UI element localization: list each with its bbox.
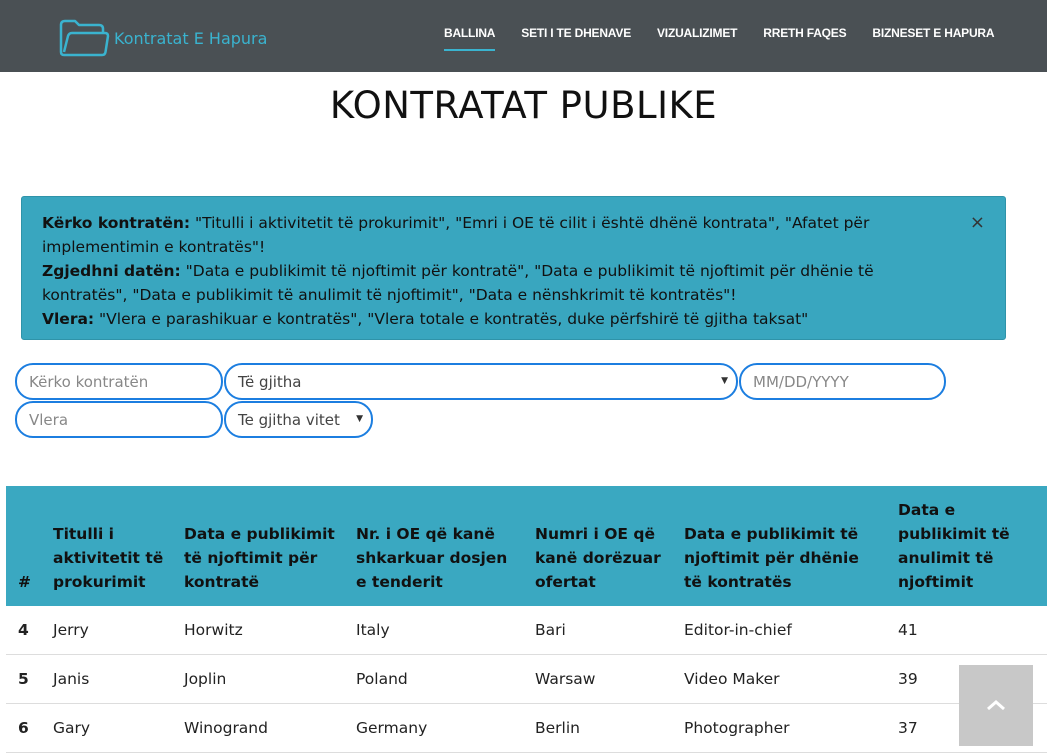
main-nav: BALLINA SETI I TE DHENAVE VIZUALIZIMET R…: [444, 26, 1020, 51]
column-header-cancel-date[interactable]: Data e publikimit të anulimit të njoftim…: [886, 486, 1047, 606]
table-cell: Photographer: [672, 703, 886, 753]
nav-item-bizneset-e-hapura[interactable]: BIZNESET E HAPURA: [872, 26, 994, 51]
nav-item-seti-i-te-dhenave[interactable]: SETI I TE DHENAVE: [521, 26, 631, 51]
nav-item-vizualizimet[interactable]: VIZUALIZIMET: [657, 26, 737, 51]
type-select[interactable]: Të gjitha ▼: [224, 363, 738, 400]
type-select-value: Të gjitha: [238, 372, 302, 391]
table-cell: 41: [886, 606, 1047, 655]
date-input[interactable]: MM/DD/YYYY: [739, 363, 946, 400]
nav-item-ballina[interactable]: BALLINA: [444, 26, 495, 51]
chevron-up-icon: [986, 696, 1006, 715]
value-input[interactable]: Vlera: [15, 401, 223, 438]
alert-line-search: Kërko kontratën: "Titulli i aktivitetit …: [42, 211, 945, 259]
column-header-offers[interactable]: Numri i OE që kanë dorëzuar ofertat: [523, 486, 672, 606]
table-row[interactable]: 6 Gary Winogrand Germany Berlin Photogra…: [6, 703, 1047, 753]
table-cell: Germany: [344, 703, 523, 753]
table-cell: Jerry: [41, 606, 172, 655]
table-cell: 6: [6, 703, 41, 753]
table-cell: Bari: [523, 606, 672, 655]
column-header-award-date[interactable]: Data e publikimit të njoftimit për dhëni…: [672, 486, 886, 606]
year-select-value: Te gjitha vitet: [238, 410, 340, 429]
page-title: KONTRATAT PUBLIKE: [329, 84, 718, 127]
alert-label-search: Kërko kontratën:: [42, 214, 191, 232]
navbar: Kontratat E Hapura BALLINA SETI I TE DHE…: [0, 0, 1047, 72]
table-cell: Winogrand: [172, 703, 344, 753]
table-cell: Berlin: [523, 703, 672, 753]
table-cell: Warsaw: [523, 654, 672, 704]
table-cell: Editor-in-chief: [672, 606, 886, 655]
alert-label-date: Zgjedhni datën:: [42, 262, 181, 280]
folder-icon: [58, 18, 110, 58]
year-select[interactable]: Te gjitha vitet ▼: [224, 401, 373, 438]
alert-label-value: Vlera:: [42, 310, 95, 328]
brand-name: Kontratat E Hapura: [114, 28, 268, 48]
table-cell: Italy: [344, 606, 523, 655]
alert-line-date: Zgjedhni datën: "Data e publikimit të nj…: [42, 259, 945, 307]
caret-down-icon: ▼: [721, 376, 728, 386]
alert-line-value: Vlera: "Vlera e parashikuar e kontratës"…: [42, 307, 945, 331]
column-header-publish-date[interactable]: Data e publikimit të njoftimit për kontr…: [172, 486, 344, 606]
table-cell: 4: [6, 606, 41, 655]
table-cell: Gary: [41, 703, 172, 753]
column-header-number[interactable]: #: [6, 486, 41, 606]
close-icon[interactable]: ×: [970, 211, 985, 235]
table-row[interactable]: 5 Janis Joplin Poland Warsaw Video Maker…: [6, 654, 1047, 704]
table-cell: Poland: [344, 654, 523, 704]
info-alert: Kërko kontratën: "Titulli i aktivitetit …: [21, 196, 1006, 340]
table-header-row: # Titulli i aktivitetit të prokurimit Da…: [6, 486, 1047, 606]
nav-item-rreth-faqes[interactable]: RRETH FAQES: [763, 26, 846, 51]
brand-link[interactable]: Kontratat E Hapura: [58, 18, 267, 58]
table-row[interactable]: 4 Jerry Horwitz Italy Bari Editor-in-chi…: [6, 606, 1047, 655]
column-header-title[interactable]: Titulli i aktivitetit të prokurimit: [41, 486, 172, 606]
table-cell: Horwitz: [172, 606, 344, 655]
search-input[interactable]: Kërko kontratën: [15, 363, 223, 400]
caret-down-icon: ▼: [356, 414, 363, 424]
column-header-downloads[interactable]: Nr. i OE që kanë shkarkuar dosjen e tend…: [344, 486, 523, 606]
contracts-table: # Titulli i aktivitetit të prokurimit Da…: [6, 486, 1047, 753]
table-cell: 5: [6, 654, 41, 704]
back-to-top-button[interactable]: [959, 665, 1033, 746]
alert-text-value: "Vlera e parashikuar e kontratës", "Vler…: [94, 310, 809, 328]
table-cell: Video Maker: [672, 654, 886, 704]
table-cell: Joplin: [172, 654, 344, 704]
table-cell: Janis: [41, 654, 172, 704]
